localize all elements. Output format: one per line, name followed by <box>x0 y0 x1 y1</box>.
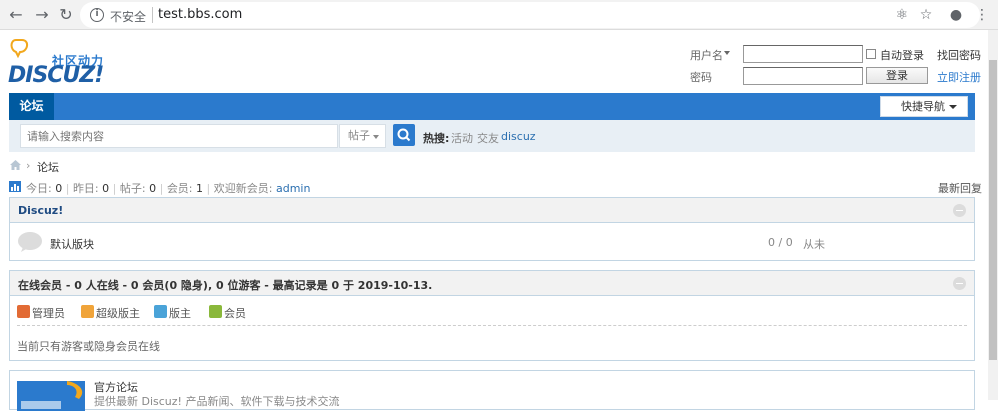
register-link[interactable]: 立即注册 <box>937 69 981 85</box>
search-type-select[interactable]: 帖子 <box>339 124 386 148</box>
breadcrumb-current[interactable]: 论坛 <box>37 159 59 175</box>
login-button[interactable]: 登录 <box>866 67 928 84</box>
divider <box>17 325 967 326</box>
quick-nav-label: 快捷导航 <box>901 100 945 113</box>
discuz-banner-icon <box>21 381 83 409</box>
forum-stats: 今日: 0 | 昨日: 0 | 帖子: 0 | 会员: 1 | 欢迎新会员: a… <box>26 180 310 196</box>
logo-wordmark: DISCUZ! <box>8 63 104 88</box>
admin-icon <box>17 305 30 318</box>
password-label: 密码 <box>690 71 712 84</box>
category-header: Discuz! <box>10 198 974 223</box>
key-icon[interactable]: ⚛ <box>892 5 912 25</box>
stat-members-label: 会员: <box>166 182 193 195</box>
role-label: 超级版主 <box>96 307 140 320</box>
reload-icon[interactable]: ↻ <box>56 5 76 25</box>
info-icon[interactable]: i <box>90 8 104 22</box>
auto-login-checkbox[interactable] <box>866 49 876 59</box>
stat-today: 0 <box>55 182 63 195</box>
stat-today-label: 今日: <box>26 182 52 195</box>
forum-name-link[interactable]: 默认版块 <box>50 236 94 252</box>
stat-members: 1 <box>196 182 204 195</box>
star-icon[interactable]: ☆ <box>916 5 936 25</box>
online-empty-text: 当前只有游客或隐身会员在线 <box>17 340 160 353</box>
discuz-banner-image[interactable] <box>17 381 85 411</box>
browser-toolbar: ← → ↻ i 不安全 test.bbs.com ⚛ ☆ ● ⋮ <box>0 0 998 30</box>
role-label: 版主 <box>169 307 191 320</box>
moderator-icon <box>154 305 167 318</box>
profile-icon[interactable]: ● <box>946 5 966 25</box>
menu-icon[interactable]: ⋮ <box>972 5 992 25</box>
friend-links-box: 官方论坛 提供最新 Discuz! 产品新闻、软件下载与技术交流 <box>9 370 975 411</box>
password-input[interactable] <box>743 67 863 85</box>
quick-nav-button[interactable]: 快捷导航 <box>880 96 968 117</box>
chevron-down-icon <box>373 135 379 139</box>
stat-newest-label: 欢迎新会员: <box>213 182 273 195</box>
tab-forum[interactable]: 论坛 <box>9 93 54 120</box>
member-icon <box>209 305 222 318</box>
security-status: 不安全 <box>110 10 147 24</box>
home-icon[interactable] <box>9 159 22 171</box>
collapse-icon[interactable] <box>953 277 966 290</box>
stat-posts: 0 <box>149 182 157 195</box>
online-box: 在线会员 - 0 人在线 - 0 会员(0 隐身), 0 位游客 - 最高记录是… <box>9 270 975 361</box>
search-button[interactable] <box>393 124 415 146</box>
category-title[interactable]: Discuz! <box>18 204 63 217</box>
username-label: 用户名 <box>690 49 723 62</box>
url-text[interactable]: test.bbs.com <box>158 7 242 22</box>
online-summary[interactable]: 在线会员 - 0 人在线 - 0 会员(0 隐身), 0 位游客 - 最高记录是… <box>18 277 432 293</box>
forum-bubble-icon <box>18 232 42 252</box>
username-dropdown-icon[interactable] <box>724 51 730 55</box>
auto-login-label: 自动登录 <box>880 49 924 62</box>
online-header: 在线会员 - 0 人在线 - 0 会员(0 隐身), 0 位游客 - 最高记录是… <box>10 271 974 296</box>
latest-reply-link[interactable]: 最新回复 <box>938 180 982 196</box>
hot-term[interactable]: 活动 <box>451 130 473 146</box>
forum-counts: 0 / 0 <box>768 236 793 249</box>
hot-search-label: 热搜: <box>423 132 450 145</box>
main-nav: 论坛 快捷导航 <box>9 93 975 120</box>
search-input[interactable] <box>21 125 339 147</box>
hot-term[interactable]: 交友 <box>477 130 499 146</box>
stat-yesterday: 0 <box>102 182 110 195</box>
site-logo[interactable]: 社区动力 DISCUZ! <box>8 36 118 88</box>
forward-arrow-icon[interactable]: → <box>32 5 52 25</box>
hot-term[interactable]: discuz <box>501 130 536 143</box>
search-icon <box>397 128 411 142</box>
breadcrumb-separator: › <box>26 159 31 172</box>
divider <box>152 7 153 23</box>
newest-member-link[interactable]: admin <box>276 182 310 195</box>
official-forum-desc: 提供最新 Discuz! 产品新闻、软件下载与技术交流 <box>94 395 340 408</box>
chevron-down-icon <box>949 105 957 109</box>
super-moderator-icon <box>81 305 94 318</box>
scrollbar-thumb[interactable] <box>989 60 997 360</box>
stats-chart-icon <box>9 181 21 192</box>
stat-yesterday-label: 昨日: <box>72 182 99 195</box>
divider: | <box>206 182 211 195</box>
username-input[interactable] <box>743 45 863 63</box>
scrollbar[interactable] <box>988 30 998 400</box>
divider: | <box>159 182 164 195</box>
divider: | <box>65 182 70 195</box>
search-bar: 帖子 热搜: 活动 交友 discuz <box>9 120 975 152</box>
forgot-password-link[interactable]: 找回密码 <box>937 47 981 63</box>
address-bar[interactable]: i 不安全 test.bbs.com <box>80 2 980 28</box>
back-arrow-icon[interactable]: ← <box>6 5 26 25</box>
forum-last-post: 从未 <box>803 238 825 251</box>
search-box[interactable] <box>20 124 339 148</box>
stat-posts-label: 帖子: <box>119 182 146 195</box>
divider: | <box>112 182 117 195</box>
role-label: 管理员 <box>32 307 65 320</box>
search-type-label: 帖子 <box>348 129 370 142</box>
category-box: Discuz! 默认版块 0 / 0 从未 <box>9 197 975 261</box>
collapse-icon[interactable] <box>953 204 966 217</box>
role-label: 会员 <box>224 307 246 320</box>
